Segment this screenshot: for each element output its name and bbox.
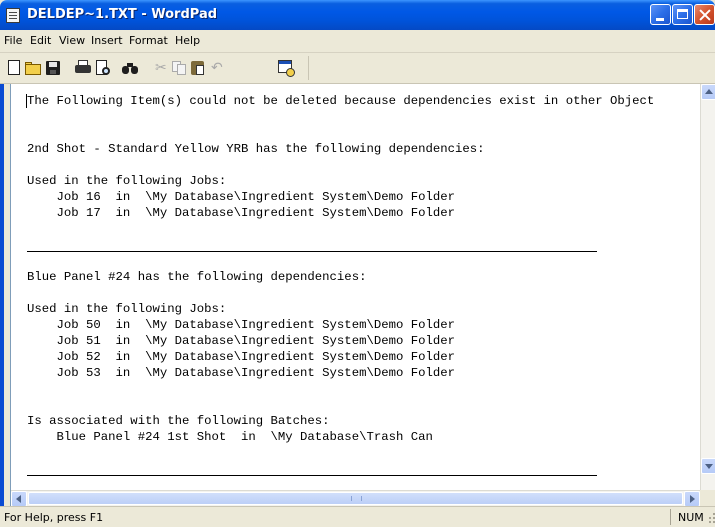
paste-icon [191, 61, 204, 75]
menu-edit[interactable]: Edit [30, 34, 51, 47]
minimize-button[interactable] [650, 4, 671, 25]
save-disk-icon [46, 61, 60, 75]
doc-line: Job 16 in \My Database\Ingredient System… [27, 190, 456, 204]
wordpad-window: DELDEP~1.TXT - WordPad File Edit View In… [0, 0, 715, 527]
grip-icon [351, 496, 362, 501]
status-help-text: For Help, press F1 [4, 511, 104, 524]
wordpad-document-icon[interactable] [6, 8, 20, 23]
minimize-icon [656, 18, 664, 21]
vertical-scrollbar[interactable] [700, 84, 715, 490]
doc-line: Job 50 in \My Database\Ingredient System… [27, 318, 456, 332]
horizontal-scroll-thumb[interactable] [28, 492, 683, 505]
menu-bar: File Edit View Insert Format Help [0, 30, 715, 53]
menu-file[interactable]: File [4, 34, 22, 47]
title-bar[interactable]: DELDEP~1.TXT - WordPad [0, 0, 715, 30]
doc-line: Is associated with the following Batches… [27, 414, 330, 428]
save-button[interactable] [44, 59, 62, 77]
print-button[interactable] [74, 59, 92, 77]
resize-grip-icon[interactable] [707, 513, 715, 523]
copy-icon [177, 64, 186, 75]
scroll-up-button[interactable] [701, 84, 715, 100]
window-left-border [0, 84, 10, 506]
num-lock-indicator: NUM [678, 511, 704, 524]
arrow-up-icon [705, 89, 713, 94]
maximize-icon [677, 9, 688, 19]
menu-format[interactable]: Format [129, 34, 168, 47]
open-button[interactable] [24, 59, 42, 77]
new-document-icon [8, 60, 20, 75]
doc-line: 2nd Shot - Standard Yellow YRB has the f… [27, 142, 485, 156]
scroll-left-button[interactable] [11, 491, 27, 507]
print-preview-button[interactable] [94, 59, 112, 77]
doc-line: Used in the following Jobs: [27, 174, 227, 188]
undo-button[interactable]: ↶ [208, 59, 226, 77]
scroll-right-button[interactable] [684, 491, 700, 507]
close-button[interactable] [694, 4, 715, 25]
separator-line [27, 475, 597, 476]
paste-button[interactable] [189, 59, 207, 77]
scissors-icon: ✂ [155, 60, 167, 76]
scrollbar-corner [700, 490, 715, 506]
print-preview-icon [102, 67, 110, 75]
date-time-icon [278, 60, 295, 77]
document-text-area[interactable]: The Following Item(s) could not be delet… [11, 84, 700, 490]
document-frame: The Following Item(s) could not be delet… [10, 84, 715, 507]
num-lock-pane: NUM [670, 509, 706, 525]
menu-insert[interactable]: Insert [91, 34, 123, 47]
doc-line: Job 51 in \My Database\Ingredient System… [27, 334, 456, 348]
cut-button[interactable]: ✂ [151, 59, 169, 77]
copy-button[interactable] [170, 59, 188, 77]
menu-help[interactable]: Help [175, 34, 200, 47]
arrow-left-icon [16, 495, 21, 503]
doc-line: Job 53 in \My Database\Ingredient System… [27, 366, 456, 380]
doc-line: The Following Item(s) could not be delet… [27, 94, 655, 108]
scroll-down-button[interactable] [701, 458, 715, 474]
arrow-right-icon [690, 495, 695, 503]
separator-line [27, 251, 597, 252]
date-time-button[interactable] [277, 59, 295, 77]
printer-icon [75, 60, 91, 73]
doc-line: Blue Panel #24 1st Shot in \My Database\… [27, 430, 433, 444]
toolbar: ✂ ↶ [0, 53, 715, 84]
new-button[interactable] [5, 59, 23, 77]
doc-line: Job 17 in \My Database\Ingredient System… [27, 206, 456, 220]
arrow-down-icon [705, 464, 713, 469]
vertical-scroll-track[interactable] [702, 101, 715, 457]
maximize-button[interactable] [672, 4, 693, 25]
find-button[interactable] [121, 59, 139, 77]
undo-icon: ↶ [211, 60, 223, 76]
doc-line: Used in the following Jobs: [27, 302, 227, 316]
horizontal-scrollbar[interactable] [11, 490, 700, 507]
open-folder-icon [25, 64, 41, 75]
binoculars-icon [122, 62, 138, 74]
menu-view[interactable]: View [59, 34, 85, 47]
doc-line: Job 52 in \My Database\Ingredient System… [27, 350, 456, 364]
status-bar: For Help, press F1 NUM [0, 506, 715, 527]
doc-line: Blue Panel #24 has the following depende… [27, 270, 367, 284]
toolbar-separator [308, 56, 309, 80]
window-title: DELDEP~1.TXT - WordPad [27, 7, 218, 22]
